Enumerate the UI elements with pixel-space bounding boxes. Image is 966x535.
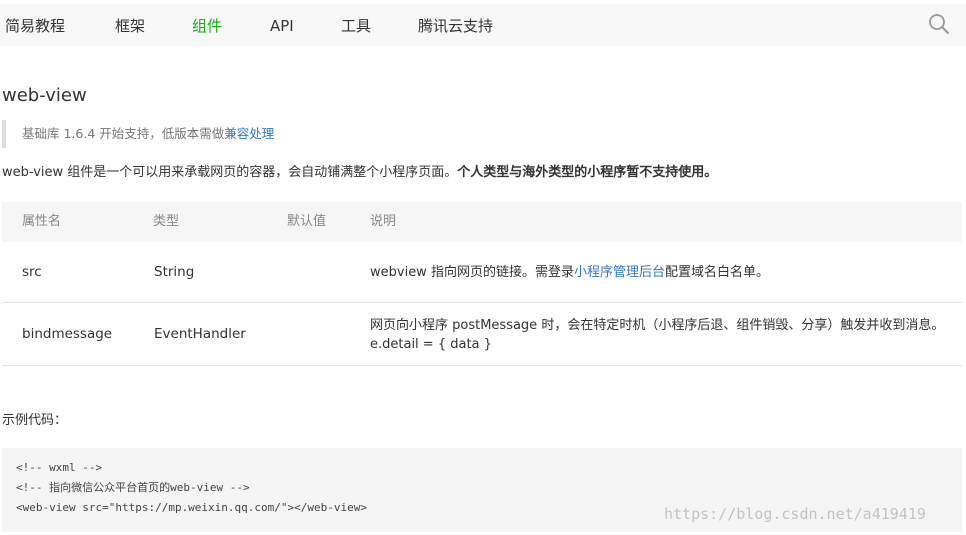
code-line: <!-- 指向微信公众平台首页的web-view --> xyxy=(16,481,250,494)
table-header: 属性名 类型 默认值 说明 xyxy=(2,202,962,242)
page-title: web-view xyxy=(2,85,87,106)
example-label: 示例代码： xyxy=(2,413,68,428)
nav-item-tutorial[interactable]: 简易教程 xyxy=(5,16,65,36)
row-type: String xyxy=(154,264,195,280)
mp-admin-link[interactable]: 小程序管理后台 xyxy=(574,265,665,280)
code-line: <web-view src="https://mp.weixin.qq.com/… xyxy=(16,501,367,514)
nav-item-tools[interactable]: 工具 xyxy=(341,16,371,36)
description-warning: 个人类型与海外类型的小程序暂不支持使用。 xyxy=(457,165,718,180)
header-default: 默认值 xyxy=(287,214,327,229)
table-row: src String webview 指向网页的链接。需登录小程序管理后台配置域… xyxy=(2,242,962,303)
version-tip: 基础库 1.6.4 开始支持，低版本需做兼容处理 xyxy=(2,120,502,148)
row-description: 网页向小程序 postMessage 时，会在特定时机（小程序后退、组件销毁、分… xyxy=(370,318,945,352)
nav-item-components[interactable]: 组件 xyxy=(192,16,222,36)
row-description-text: webview 指向网页的链接。需登录 xyxy=(370,265,574,280)
top-navigation: 简易教程 框架 组件 API 工具 腾讯云支持 xyxy=(0,4,966,46)
description-text: web-view 组件是一个可以用来承载网页的容器，会自动铺满整个小程序页面。 xyxy=(2,165,458,180)
watermark: https://blog.csdn.net/a419419 xyxy=(664,505,926,523)
nav-item-api[interactable]: API xyxy=(270,16,294,36)
nav-item-framework[interactable]: 框架 xyxy=(115,16,145,36)
compat-link[interactable]: 兼容处理 xyxy=(224,126,274,141)
component-description: web-view 组件是一个可以用来承载网页的容器，会自动铺满整个小程序页面。个… xyxy=(2,163,717,183)
table-row: bindmessage EventHandler 网页向小程序 postMess… xyxy=(2,303,962,366)
header-description: 说明 xyxy=(370,214,397,229)
code-line: <!-- wxml --> xyxy=(16,461,103,474)
nav-item-tencent-cloud[interactable]: 腾讯云支持 xyxy=(418,16,493,36)
search-icon[interactable] xyxy=(928,13,950,35)
row-attr-name: bindmessage xyxy=(22,326,113,342)
row-description: webview 指向网页的链接。需登录小程序管理后台配置域名白名单。 xyxy=(370,263,769,282)
header-attr-name: 属性名 xyxy=(22,214,62,229)
row-description-tail: 配置域名白名单。 xyxy=(664,265,769,280)
version-tip-text: 基础库 1.6.4 开始支持，低版本需做兼容处理 xyxy=(22,125,274,143)
version-tip-prefix: 基础库 1.6.4 开始支持，低版本需做 xyxy=(22,126,225,141)
header-type: 类型 xyxy=(153,214,180,229)
row-type: EventHandler xyxy=(154,326,246,342)
row-attr-name: src xyxy=(22,264,42,280)
